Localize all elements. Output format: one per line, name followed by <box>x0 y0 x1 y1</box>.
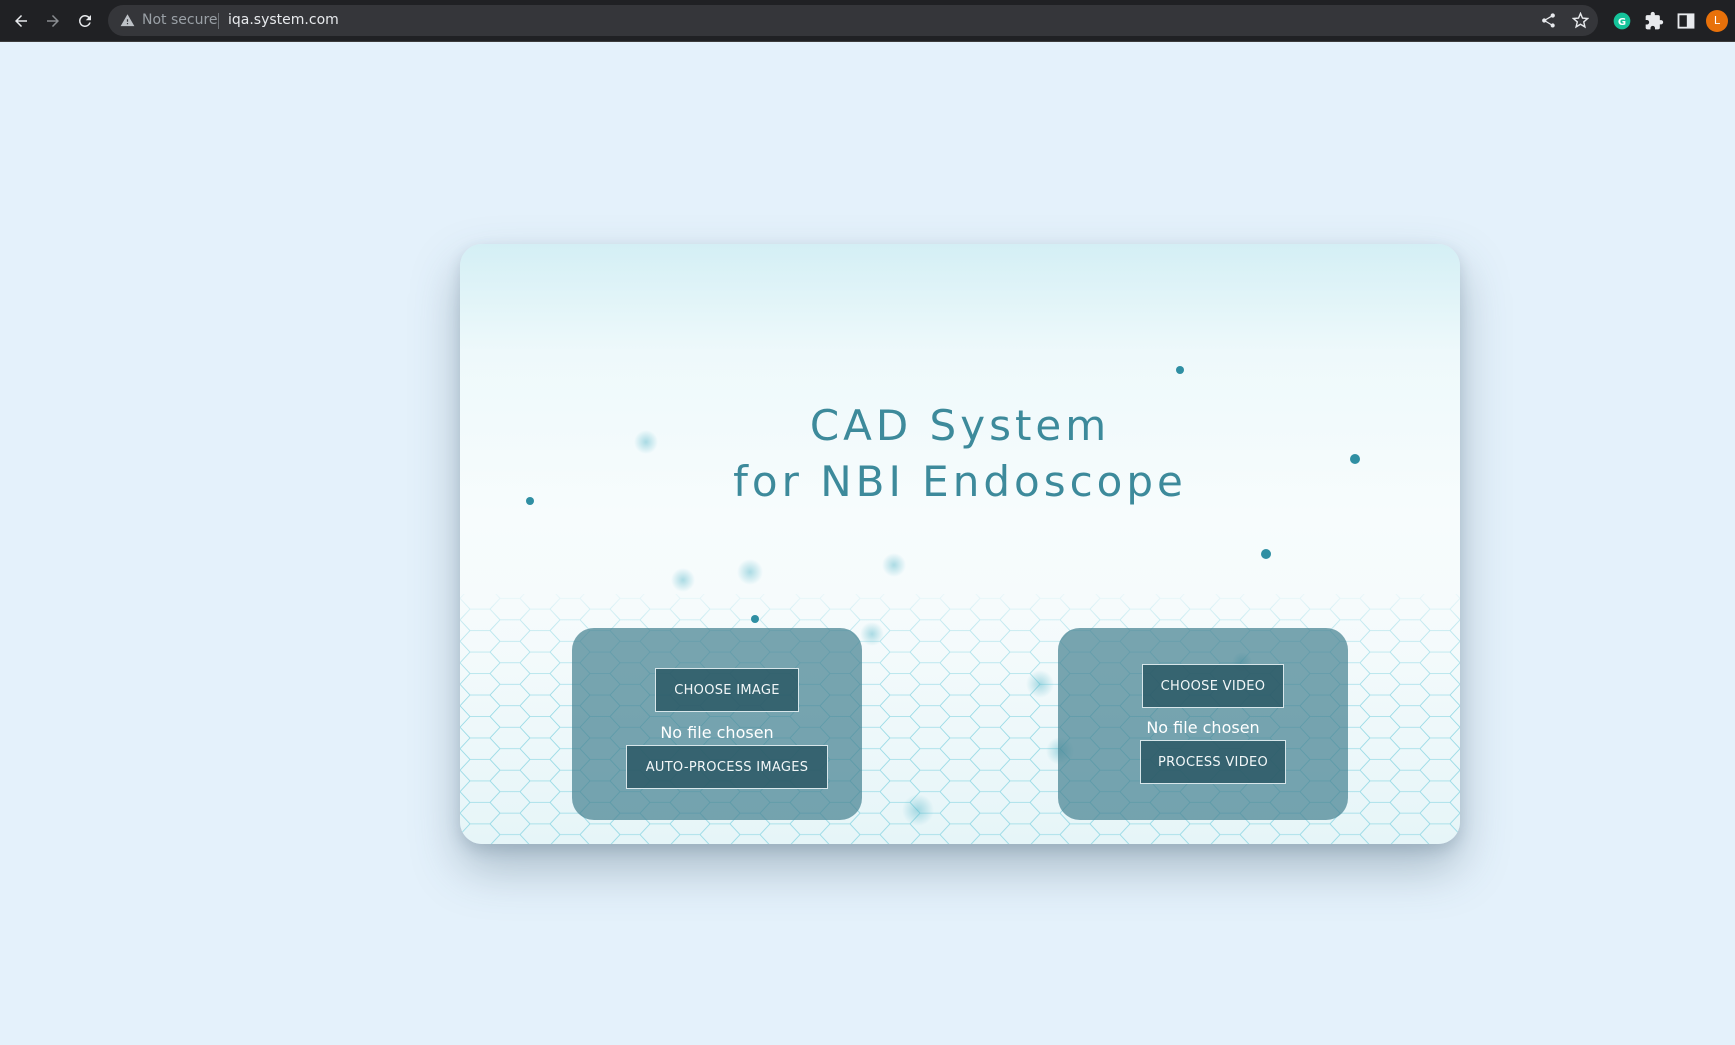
forward-icon <box>47 15 59 27</box>
title-line-1: CAD System <box>809 401 1111 450</box>
grammarly-icon[interactable]: G <box>1612 11 1632 31</box>
omnibox-divider <box>218 13 219 29</box>
choose-video-button[interactable]: CHOOSE VIDEO <box>1142 664 1284 708</box>
address-bar[interactable]: Not secure iqa.system.com <box>108 5 1598 36</box>
main-card: CAD System for NBI Endoscope CHOOSE IMAG… <box>460 244 1460 844</box>
page-title: CAD System for NBI Endoscope <box>460 398 1460 510</box>
auto-process-images-button[interactable]: AUTO-PROCESS IMAGES <box>626 745 828 789</box>
reload-icon <box>78 14 91 27</box>
title-line-2: for NBI Endoscope <box>733 457 1187 506</box>
video-upload-panel: CHOOSE VIDEO No file chosen PROCESS VIDE… <box>1058 628 1348 820</box>
process-video-button[interactable]: PROCESS VIDEO <box>1140 740 1286 784</box>
side-panel-icon[interactable] <box>1676 11 1696 31</box>
svg-text:G: G <box>1618 17 1626 28</box>
profile-avatar[interactable]: L <box>1706 10 1728 32</box>
back-icon <box>15 15 27 27</box>
share-icon[interactable] <box>1540 12 1557 29</box>
warning-icon[interactable] <box>120 13 135 28</box>
forward-button[interactable] <box>40 8 66 34</box>
video-file-status: No file chosen <box>1146 718 1260 737</box>
browser-toolbar: Not secure iqa.system.com G L <box>0 0 1735 42</box>
image-file-status: No file chosen <box>660 723 774 742</box>
star-icon[interactable] <box>1572 12 1589 29</box>
extensions-icon[interactable] <box>1644 11 1664 31</box>
choose-image-button[interactable]: CHOOSE IMAGE <box>655 668 799 712</box>
image-upload-panel: CHOOSE IMAGE No file chosen AUTO-PROCESS… <box>572 628 862 820</box>
url-text[interactable]: iqa.system.com <box>228 12 339 28</box>
back-button[interactable] <box>8 8 34 34</box>
reload-button[interactable] <box>72 8 98 34</box>
security-status[interactable]: Not secure <box>142 12 218 28</box>
